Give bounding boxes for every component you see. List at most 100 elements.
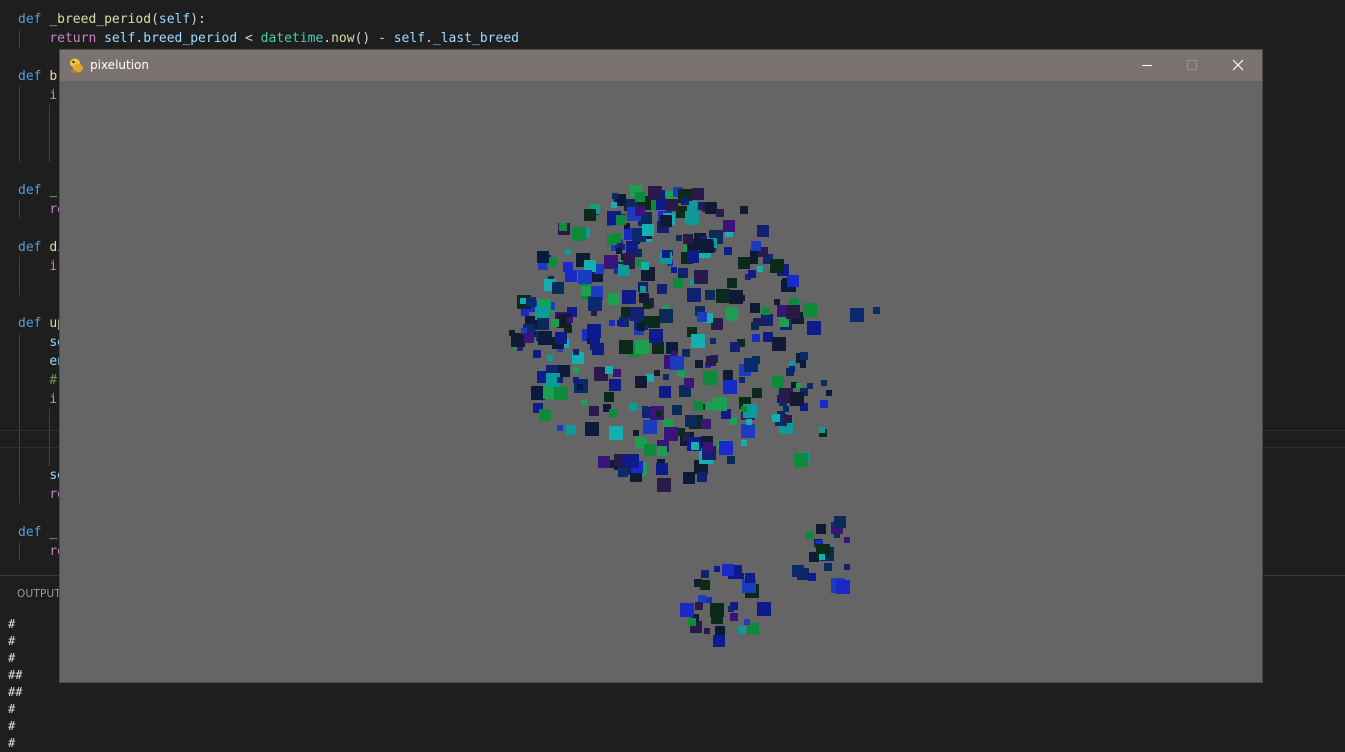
code-token: _breed_period	[49, 12, 152, 27]
creature-cell	[691, 442, 699, 450]
creature-cell	[694, 270, 708, 284]
creature-cell	[808, 573, 816, 581]
code-token: #	[49, 373, 58, 388]
indent-guide	[49, 409, 50, 466]
creature-cell	[752, 388, 762, 398]
creature-cell	[750, 303, 760, 313]
creature-cell	[794, 453, 808, 467]
code-token: now	[331, 31, 355, 46]
creature-cell	[723, 370, 733, 380]
creature-cell	[713, 397, 727, 411]
creature-cell	[807, 383, 813, 389]
creature-cell	[656, 411, 662, 417]
creature-cell	[688, 618, 696, 626]
code-line: re	[18, 542, 65, 561]
creature-cell	[800, 362, 806, 368]
creature-cell	[676, 235, 682, 241]
creature-cell	[844, 537, 850, 543]
creature-cell	[590, 336, 600, 346]
creature-cell	[630, 307, 644, 321]
creature-cell	[803, 303, 817, 317]
output-line: ##	[8, 685, 23, 699]
creature-cell	[722, 564, 734, 576]
creature-cell	[611, 233, 621, 243]
creature-cell	[697, 312, 707, 322]
creature-cell	[657, 478, 671, 492]
creature-cell	[537, 318, 549, 330]
creature-cell	[751, 322, 759, 330]
creature-cell	[509, 330, 515, 336]
creature-cell	[551, 319, 559, 327]
close-button[interactable]	[1215, 50, 1261, 81]
code-token: def	[18, 12, 42, 27]
creature-cell	[700, 580, 710, 590]
creature-cell	[660, 215, 672, 227]
creature-cell	[691, 334, 705, 348]
creature-cell	[608, 293, 620, 305]
creature-cell	[537, 251, 549, 263]
creature-cell	[819, 427, 825, 433]
window-titlebar[interactable]: pixelution	[60, 50, 1262, 81]
creature-cell	[740, 206, 748, 214]
creature-cell	[555, 332, 567, 344]
creature-cell	[739, 377, 745, 383]
creature-cell	[744, 619, 750, 625]
maximize-button[interactable]	[1169, 50, 1215, 81]
creature-cell	[706, 356, 716, 366]
creature-cell	[727, 278, 737, 288]
creature-cell	[789, 366, 795, 372]
creature-cell	[723, 220, 735, 232]
creature-cell	[821, 380, 827, 386]
code-token: i	[49, 392, 58, 407]
creature-cell	[604, 392, 614, 402]
minimize-button[interactable]	[1124, 50, 1170, 81]
creature-cell	[677, 369, 685, 377]
creature-cell	[687, 251, 699, 263]
code-token: <	[237, 31, 261, 46]
creature-cell	[762, 307, 770, 315]
window-title: pixelution	[90, 58, 149, 72]
creature-cell	[573, 349, 579, 355]
creature-cell	[757, 225, 769, 237]
creature-cell	[657, 446, 667, 456]
creature-cell	[703, 442, 713, 452]
creature-cell	[567, 317, 573, 323]
code-token: self	[393, 31, 426, 46]
creature-cell	[565, 249, 571, 255]
tab-output[interactable]: OUTPUT	[17, 588, 61, 600]
creature-cell	[680, 603, 694, 617]
creature-cell	[649, 329, 663, 343]
creature-cell	[589, 406, 599, 416]
code-line: se	[18, 466, 65, 485]
creature-cell	[581, 400, 587, 406]
creature-cell	[557, 425, 563, 431]
indent-guide	[19, 542, 20, 561]
code-token: def	[18, 69, 42, 84]
code-line: return self.breed_period < datetime.now(…	[18, 29, 519, 48]
pygame-window[interactable]: pixelution	[60, 50, 1262, 682]
creature-cell	[671, 267, 677, 273]
creature-cell	[723, 380, 737, 394]
creature-cell	[622, 290, 636, 304]
indent-guide	[49, 105, 50, 162]
creature-cell	[672, 405, 682, 415]
creature-cell	[713, 635, 725, 647]
creature-cell	[616, 215, 626, 225]
creature-cell	[741, 406, 747, 412]
creature-cell	[701, 570, 709, 578]
code-token: _	[49, 183, 58, 198]
simulation-canvas[interactable]	[60, 81, 1262, 682]
creature-cell	[585, 422, 599, 436]
creature-cell	[664, 427, 678, 441]
creature-cell	[598, 456, 610, 468]
creature-cell	[637, 323, 645, 331]
creature-cell	[666, 199, 678, 211]
maximize-icon	[1187, 60, 1197, 70]
output-line: #	[8, 736, 16, 750]
creature-cell	[741, 424, 755, 438]
indent-guide	[19, 257, 20, 295]
creature-cell	[659, 386, 671, 398]
code-token: def	[18, 525, 42, 540]
